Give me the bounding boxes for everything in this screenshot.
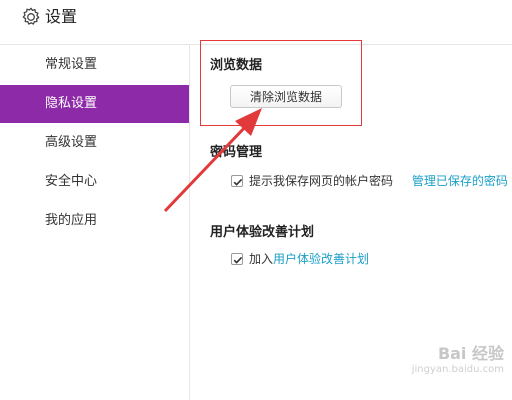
remember-password-checkbox[interactable]	[231, 175, 243, 187]
sidebar-item-general[interactable]: 常规设置	[0, 46, 189, 84]
gear-icon	[22, 7, 40, 25]
baidu-jingyan-watermark: Bai 经验 jingyan.baidu.com	[392, 336, 508, 396]
ux-program-title: 用户体验改善计划	[210, 225, 315, 240]
sidebar: 常规设置 隐私设置 高级设置 安全中心 我的应用	[0, 45, 190, 400]
checkmark-icon	[233, 178, 243, 186]
ux-program-link[interactable]: 用户体验改善计划	[273, 252, 369, 266]
password-management-title: 密码管理	[210, 145, 263, 160]
sidebar-item-privacy[interactable]: 隐私设置	[0, 85, 189, 123]
manage-saved-passwords-link[interactable]: 管理已保存的密码	[412, 174, 508, 188]
join-ux-program-checkbox[interactable]	[231, 253, 243, 265]
sidebar-item-security-center[interactable]: 安全中心	[0, 163, 189, 201]
ux-program-row: 加入用户体验改善计划	[231, 251, 369, 267]
page-title: 设置	[45, 7, 78, 26]
watermark-url: jingyan.baidu.com	[411, 364, 504, 375]
remember-password-label: 提示我保存网页的帐户密码	[249, 174, 394, 188]
remember-password-row: 提示我保存网页的帐户密码 管理已保存的密码	[231, 173, 508, 189]
annotation-highlight-box	[200, 40, 362, 126]
checkmark-icon	[233, 256, 243, 264]
join-prefix-label: 加入	[249, 252, 274, 266]
sidebar-item-my-apps[interactable]: 我的应用	[0, 202, 189, 240]
settings-header: 设置	[0, 0, 512, 45]
sidebar-item-advanced[interactable]: 高级设置	[0, 124, 189, 162]
watermark-brand: Bai 经验	[437, 344, 504, 363]
